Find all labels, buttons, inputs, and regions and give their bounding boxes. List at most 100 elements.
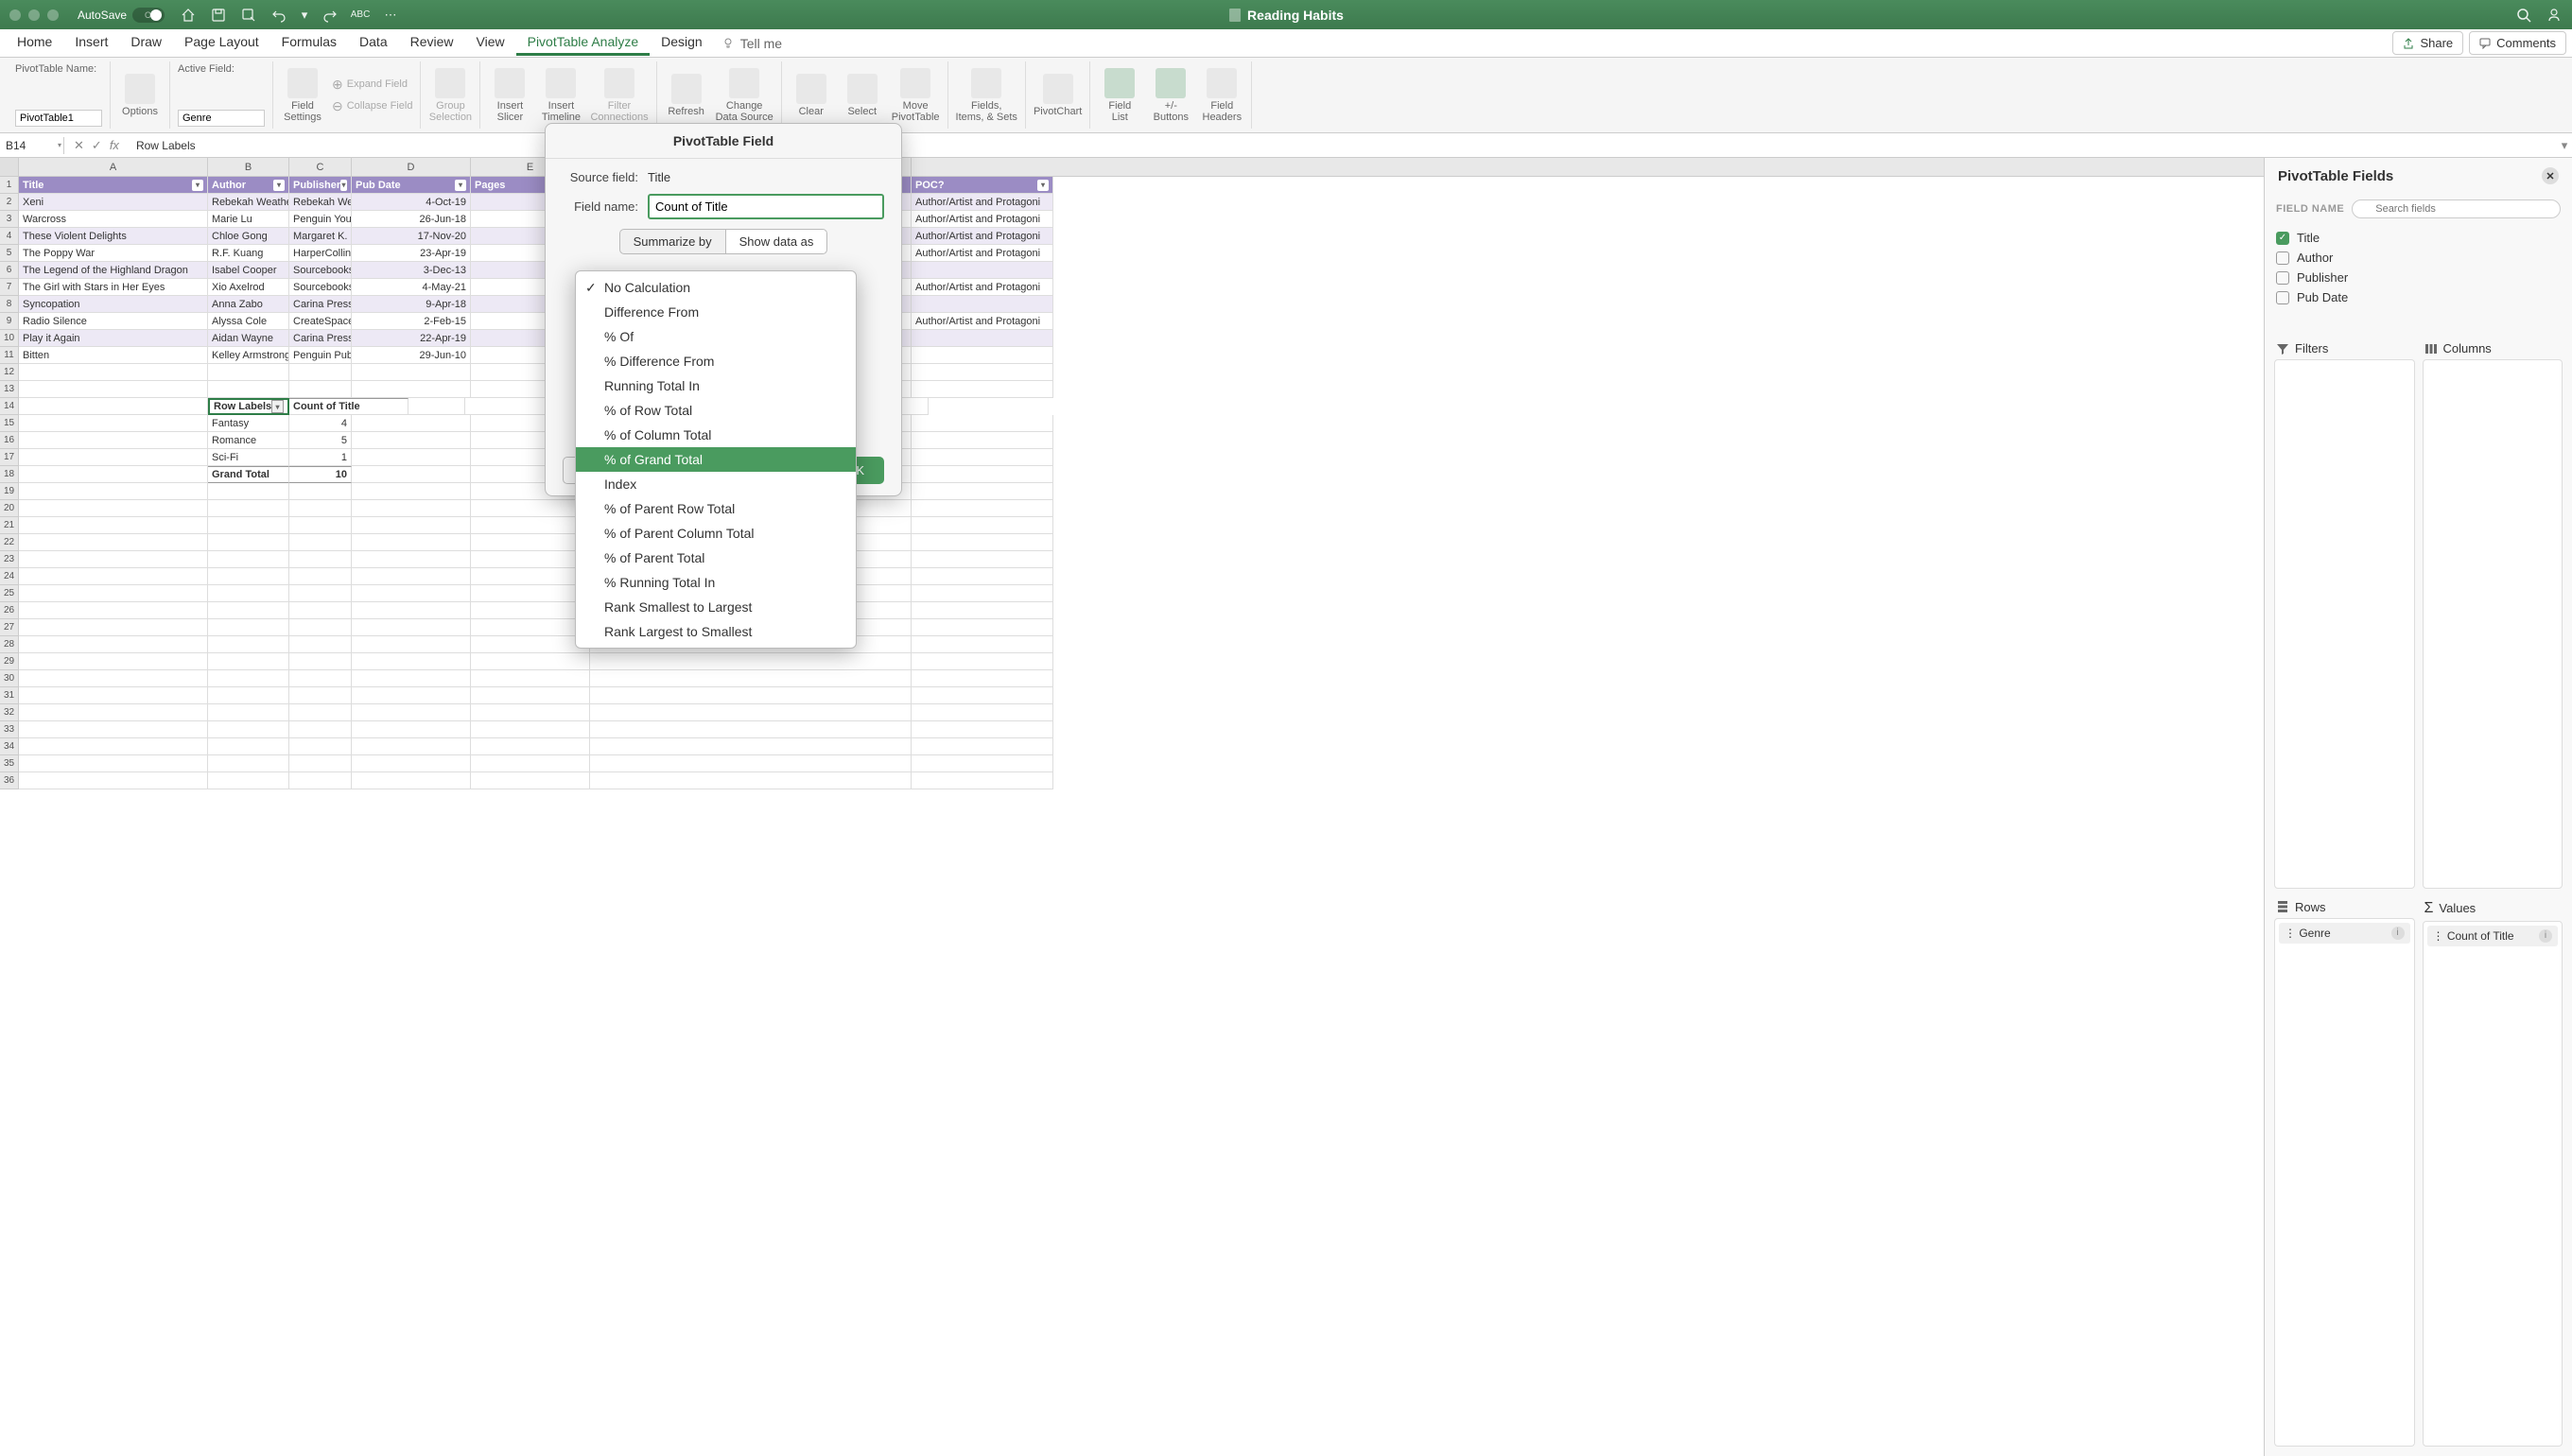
cell[interactable] (19, 636, 208, 653)
collapse-field-button[interactable]: ⊖Collapse Field (332, 98, 412, 114)
cell[interactable] (912, 381, 1053, 398)
cell[interactable] (19, 449, 208, 466)
pivotchart-button[interactable]: PivotChart (1034, 74, 1082, 117)
formula-input[interactable]: Row Labels (129, 137, 2557, 154)
cell[interactable] (471, 619, 590, 636)
cell[interactable] (19, 432, 208, 449)
cell[interactable] (208, 721, 289, 738)
cell[interactable] (19, 687, 208, 704)
dropdown-item[interactable]: % of Parent Total (576, 546, 856, 570)
cell[interactable] (19, 585, 208, 602)
fields-items-button[interactable]: Fields, Items, & Sets (956, 68, 1017, 123)
rows-area[interactable]: Rows ⋮ Genrei (2274, 896, 2415, 1447)
cell[interactable] (912, 772, 1053, 789)
dropdown-item[interactable]: Difference From (576, 300, 856, 324)
dropdown-item[interactable]: % of Grand Total (576, 447, 856, 472)
cell[interactable]: Anna Zabo (208, 296, 289, 313)
cell[interactable] (912, 636, 1053, 653)
cell[interactable]: Author/Artist and Protagoni (912, 228, 1053, 245)
cell[interactable] (471, 500, 590, 517)
cell[interactable]: Penguin Publis (289, 347, 352, 364)
cell[interactable] (912, 568, 1053, 585)
cell[interactable] (352, 619, 471, 636)
columns-area[interactable]: Columns (2423, 338, 2563, 889)
cell[interactable] (912, 483, 1053, 500)
cell[interactable]: Penguin Young (289, 211, 352, 228)
cell[interactable] (352, 738, 471, 755)
cell[interactable] (912, 296, 1053, 313)
cell[interactable] (590, 687, 912, 704)
row-header[interactable]: 7 (0, 279, 19, 296)
cell[interactable] (208, 568, 289, 585)
cell[interactable] (471, 755, 590, 772)
field-checkbox-publisher[interactable]: Publisher (2276, 268, 2561, 287)
row-header[interactable]: 2 (0, 194, 19, 211)
rows-pill-genre[interactable]: ⋮ Genrei (2279, 923, 2410, 944)
cell[interactable]: Sci-Fi (208, 449, 289, 466)
cell[interactable]: 4 (289, 415, 352, 432)
cell[interactable] (19, 517, 208, 534)
cell[interactable]: 4-May-21 (352, 279, 471, 296)
cell[interactable] (352, 755, 471, 772)
cell[interactable] (19, 534, 208, 551)
cell[interactable]: Rebekah Wea (289, 194, 352, 211)
cell[interactable] (352, 670, 471, 687)
cell[interactable] (289, 755, 352, 772)
dropdown-item[interactable]: % Of (576, 324, 856, 349)
cell[interactable] (289, 585, 352, 602)
spreadsheet-grid[interactable]: ABCDEK 1TitleAuthorPublisherPub DatePage… (0, 158, 2264, 1456)
row-header[interactable]: 33 (0, 721, 19, 738)
dropdown-item[interactable]: Rank Largest to Smallest (576, 619, 856, 644)
cell[interactable] (352, 364, 471, 381)
cell[interactable] (352, 534, 471, 551)
cell[interactable] (471, 704, 590, 721)
cell[interactable] (471, 772, 590, 789)
cell[interactable] (352, 483, 471, 500)
cell[interactable] (912, 262, 1053, 279)
cell[interactable] (352, 687, 471, 704)
cell[interactable] (912, 721, 1053, 738)
cell[interactable] (208, 381, 289, 398)
undo-icon[interactable] (270, 7, 287, 24)
cell[interactable] (471, 636, 590, 653)
cell[interactable] (19, 500, 208, 517)
cell[interactable] (352, 415, 471, 432)
cell[interactable] (352, 602, 471, 619)
cell[interactable] (352, 772, 471, 789)
cell[interactable] (289, 704, 352, 721)
tab-review[interactable]: Review (399, 30, 465, 56)
cell[interactable] (19, 602, 208, 619)
cell[interactable] (912, 602, 1053, 619)
checkbox-icon[interactable] (2276, 271, 2289, 285)
cell[interactable] (352, 517, 471, 534)
more-icon[interactable]: ⋯ (382, 7, 399, 24)
field-checkbox-pub-date[interactable]: Pub Date (2276, 287, 2561, 307)
dropdown-item[interactable]: % of Row Total (576, 398, 856, 423)
cell[interactable] (912, 415, 1053, 432)
cell[interactable] (208, 551, 289, 568)
row-header[interactable]: 24 (0, 568, 19, 585)
cell[interactable] (912, 534, 1053, 551)
cell[interactable]: Author/Artist and Protagoni (912, 313, 1053, 330)
cell[interactable]: 9-Apr-18 (352, 296, 471, 313)
cell[interactable] (352, 432, 471, 449)
cell[interactable] (19, 551, 208, 568)
undo-dropdown-icon[interactable]: ▾ (301, 7, 308, 24)
cell[interactable] (590, 721, 912, 738)
cell[interactable] (912, 517, 1053, 534)
cell[interactable]: 1 (289, 449, 352, 466)
cell[interactable]: 23-Apr-19 (352, 245, 471, 262)
cell[interactable]: POC? (912, 177, 1053, 194)
spellcheck-icon[interactable]: ABC (352, 7, 369, 24)
cell[interactable] (912, 619, 1053, 636)
row-header[interactable]: 29 (0, 653, 19, 670)
cell[interactable] (912, 432, 1053, 449)
cell[interactable]: Title (19, 177, 208, 194)
cell[interactable] (912, 585, 1053, 602)
row-header[interactable]: 1 (0, 177, 19, 194)
cell[interactable] (208, 738, 289, 755)
cell[interactable] (19, 568, 208, 585)
dropdown-item[interactable]: Running Total In (576, 373, 856, 398)
cell[interactable] (912, 670, 1053, 687)
cell[interactable] (19, 381, 208, 398)
